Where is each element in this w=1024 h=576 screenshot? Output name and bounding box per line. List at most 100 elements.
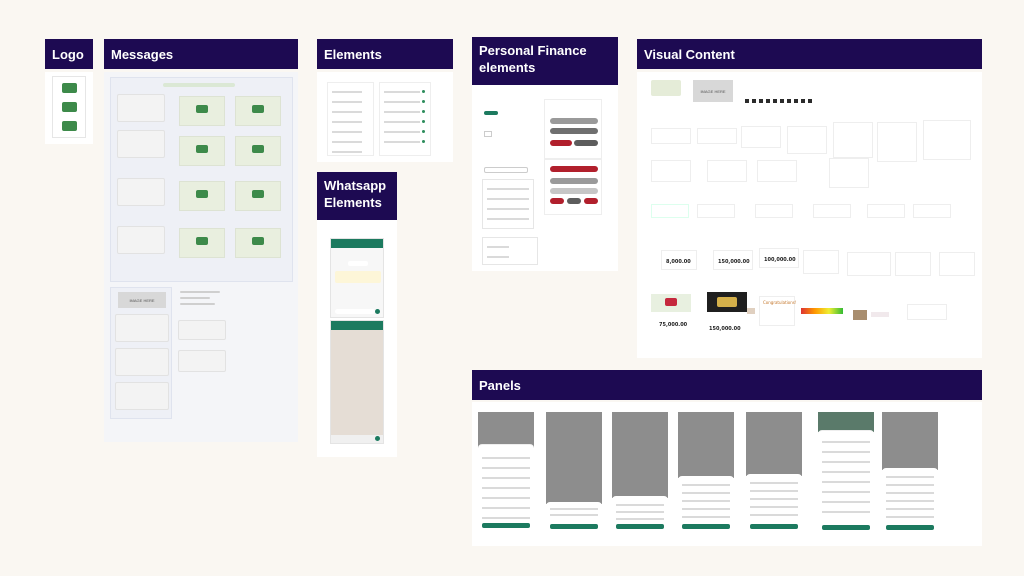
status-card [755, 204, 793, 218]
whatsapp-board [317, 220, 397, 457]
info-card [895, 252, 931, 276]
panel-button[interactable] [750, 524, 798, 529]
info-card [651, 128, 691, 144]
info-card [829, 158, 869, 188]
panel-button[interactable] [822, 525, 870, 530]
amount-value: 8,000.00 [666, 259, 691, 265]
icon [745, 99, 749, 103]
info-card [707, 160, 747, 182]
amount-value: 100,000.00 [764, 257, 796, 263]
rating-bar [801, 308, 843, 314]
section-header-personal-finance: Personal Finance elements [472, 37, 618, 85]
amount-card: 150,000.00 [713, 250, 753, 270]
button-pill[interactable] [584, 198, 598, 204]
section-header-elements: Elements [317, 39, 453, 69]
message-bubble [115, 348, 169, 376]
personal-finance-board [472, 85, 618, 271]
button-states-red [544, 159, 602, 215]
elements-board [317, 72, 453, 162]
message-bubble [117, 130, 165, 158]
status-card [697, 204, 735, 218]
button-pill[interactable] [550, 166, 598, 172]
send-icon[interactable] [375, 436, 380, 441]
message-bubble [117, 94, 165, 122]
panel-transactions [746, 412, 802, 534]
message-image [235, 136, 281, 166]
info-card [651, 160, 691, 182]
message-image [235, 181, 281, 211]
info-card [877, 122, 917, 162]
status-card [913, 204, 951, 218]
finance-form [478, 95, 538, 265]
button-states-gray [544, 99, 602, 159]
text-field[interactable] [484, 167, 528, 173]
info-card [741, 126, 781, 148]
bank-logo [62, 102, 77, 112]
button-pill[interactable] [550, 128, 598, 134]
icon [787, 99, 791, 103]
status-card [651, 204, 689, 218]
panel-button[interactable] [550, 524, 598, 529]
info-card [847, 252, 891, 276]
panel-button[interactable] [682, 524, 730, 529]
date-chip [163, 83, 235, 87]
message-image [179, 136, 225, 166]
button-pill[interactable] [567, 198, 581, 204]
bank-logo [651, 80, 681, 96]
panel-select-option [546, 412, 602, 534]
promo-image [651, 294, 691, 312]
button-pill[interactable] [550, 140, 572, 146]
button-pill[interactable] [550, 198, 564, 204]
icon [794, 99, 798, 103]
info-card [923, 120, 971, 160]
panel-select-option [612, 412, 668, 534]
message-bubble [178, 350, 226, 372]
icon [808, 99, 812, 103]
panels-board [472, 402, 982, 546]
whatsapp-chat-preview [330, 238, 384, 318]
icon-row [745, 90, 845, 103]
congrats-card: Congratulations! [759, 296, 796, 326]
info-card [757, 160, 797, 182]
send-icon[interactable] [375, 309, 380, 314]
button-pill[interactable] [574, 140, 598, 146]
message-bubble [115, 314, 169, 342]
button-pill[interactable] [550, 118, 598, 124]
icon [780, 99, 784, 103]
section-header-logo: Logo [45, 39, 93, 69]
button-pill[interactable] [550, 188, 598, 194]
logo-frame [52, 76, 86, 138]
file-options [482, 237, 538, 265]
section-header-panels: Panels [472, 370, 982, 400]
message-input[interactable] [335, 309, 375, 314]
message-bubble [115, 382, 169, 410]
messages-board: IMAGE HERE [104, 72, 298, 442]
amount-card: 100,000.00 [759, 248, 799, 268]
section-header-visual-content: Visual Content [637, 39, 982, 69]
elements-list [327, 82, 374, 156]
whatsapp-chat-empty [330, 320, 384, 444]
message-bubble [117, 226, 165, 254]
icon [759, 99, 763, 103]
elements-options [379, 82, 431, 156]
message-image [179, 96, 225, 126]
section-header-whatsapp: Whatsapp Elements [317, 172, 397, 220]
icon [766, 99, 770, 103]
button-pill[interactable] [550, 178, 598, 184]
info-card [939, 252, 975, 276]
bank-logo [62, 83, 77, 93]
image-placeholder: IMAGE HERE [693, 80, 733, 102]
panel-button[interactable] [886, 525, 934, 530]
info-card [787, 126, 827, 154]
message-image [179, 228, 225, 258]
messages-frame-top [110, 77, 293, 282]
panel-button[interactable] [616, 524, 664, 529]
image-placeholder: IMAGE HERE [118, 292, 166, 308]
amount-card: 8,000.00 [661, 250, 697, 270]
thumbnail-image [853, 310, 867, 320]
panel-explore-services-2 [818, 412, 874, 534]
whatsapp-chat-header [331, 321, 383, 330]
whatsapp-chat-header [331, 239, 383, 248]
icon [752, 99, 756, 103]
panel-button[interactable] [482, 523, 530, 528]
